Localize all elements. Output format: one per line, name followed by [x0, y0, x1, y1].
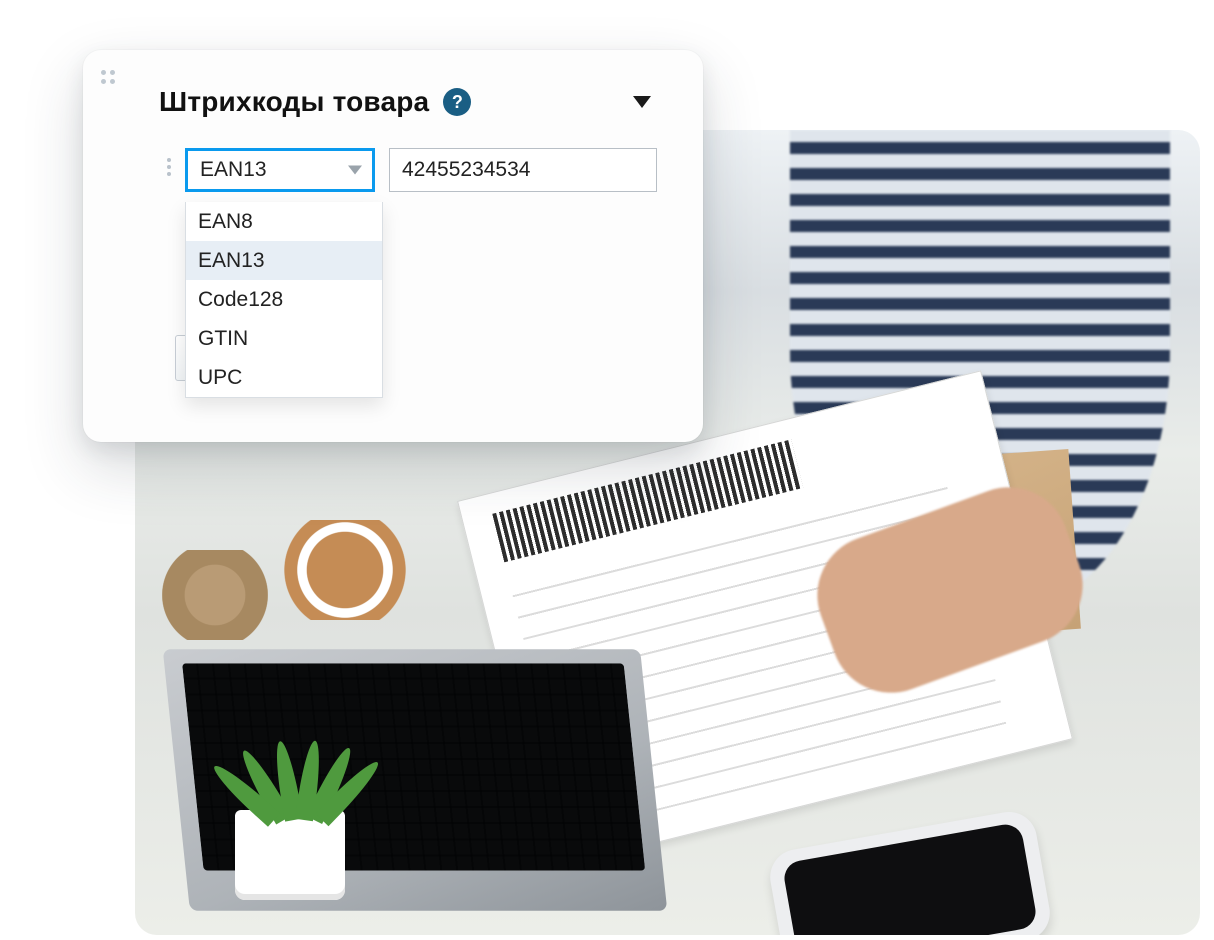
chevron-down-icon	[348, 166, 362, 175]
barcode-type-dropdown: EAN8 EAN13 Code128 GTIN UPC	[185, 202, 383, 398]
card-title: Штрихкоды товара	[159, 86, 429, 118]
drag-handle-icon[interactable]	[101, 70, 115, 84]
barcode-type-option[interactable]: EAN13	[186, 241, 382, 280]
potted-plant	[195, 690, 375, 900]
barcode-value-input[interactable]	[389, 148, 657, 192]
collapse-caret-icon[interactable]	[633, 96, 651, 108]
packing-tape-roll	[275, 520, 415, 620]
twine-ball	[155, 550, 275, 640]
barcode-type-option[interactable]: GTIN	[186, 319, 382, 358]
card-header: Штрихкоды товара ?	[159, 86, 657, 118]
barcode-type-option[interactable]: Code128	[186, 280, 382, 319]
barcode-type-option[interactable]: EAN8	[186, 202, 382, 241]
barcodes-card: Штрихкоды товара ? EAN13 EAN8 EAN13 Code…	[83, 50, 703, 442]
barcode-type-selected-value: EAN13	[200, 158, 267, 182]
help-icon[interactable]: ?	[443, 88, 471, 116]
barcode-type-option[interactable]: UPC	[186, 358, 382, 397]
smartphone	[766, 808, 1054, 935]
barcode-row: EAN13	[185, 148, 657, 192]
row-drag-handle-icon[interactable]	[161, 148, 177, 176]
barcode-type-select[interactable]: EAN13	[185, 148, 375, 192]
